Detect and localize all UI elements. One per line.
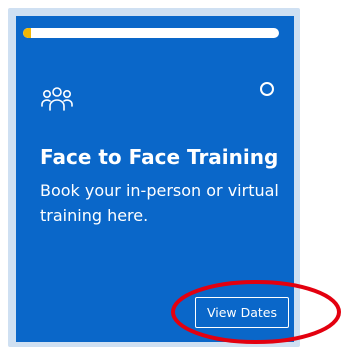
progress-fill [23,28,31,38]
card-title: Face to Face Training [40,145,279,169]
view-dates-button[interactable]: View Dates [195,297,289,328]
card-description: Book your in-person or virtual training … [40,181,279,225]
progress-bar [23,28,279,38]
status-circle-icon [260,82,274,96]
people-group-icon [41,87,73,111]
